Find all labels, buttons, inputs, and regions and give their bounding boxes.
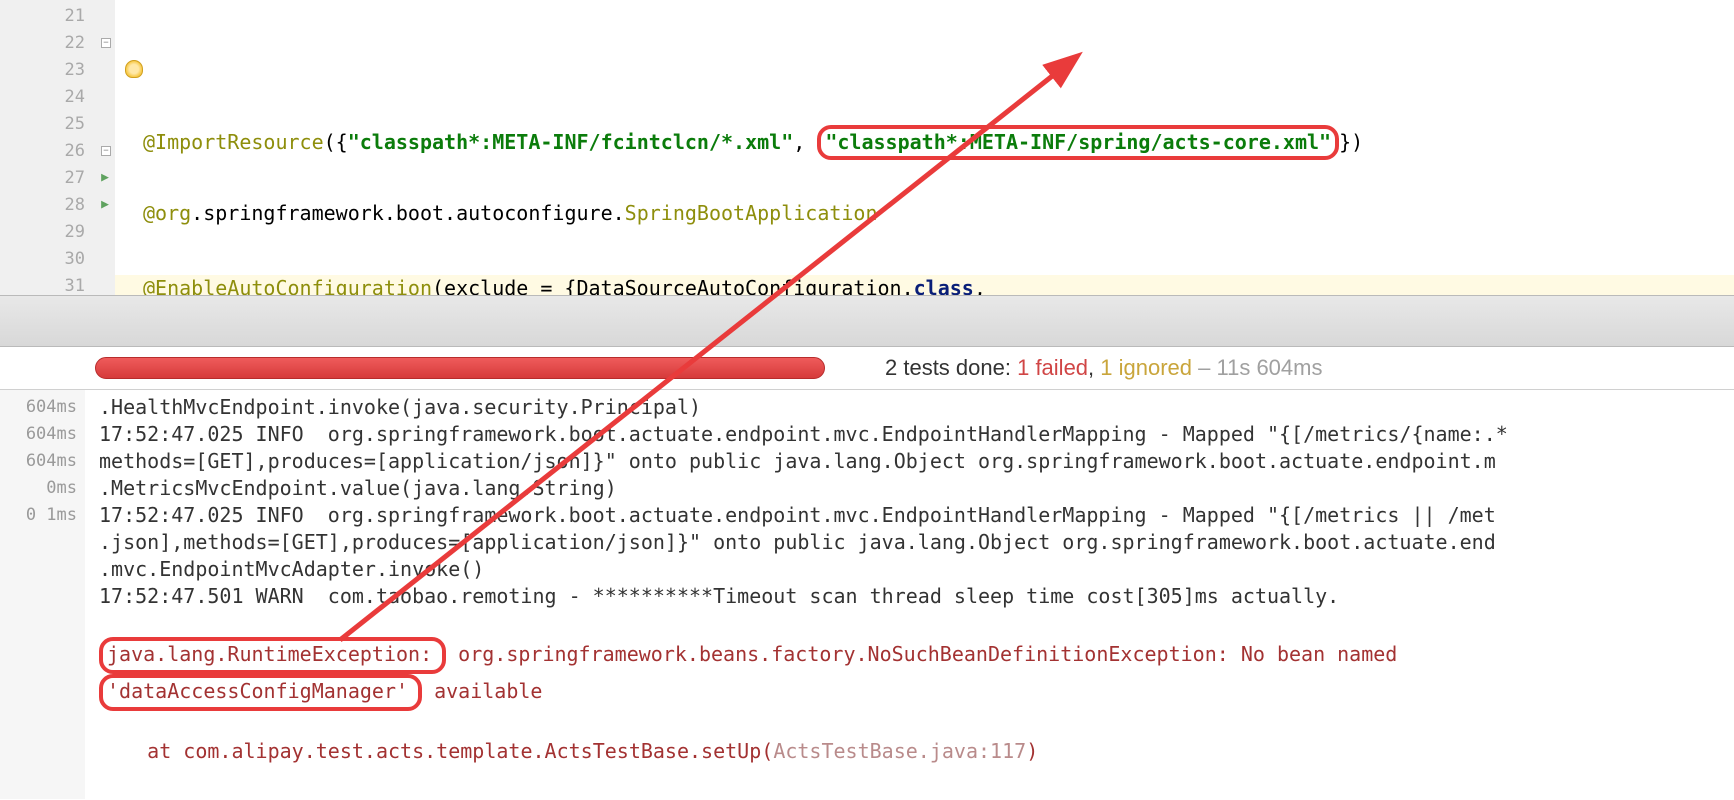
log-line: methods=[GET],produces=[application/json… [99,449,1496,473]
code-area[interactable]: @ImportResource({"classpath*:META-INF/fc… [115,0,1734,295]
test-tree-sidebar[interactable]: 604ms 604ms 604ms 0ms 0 1ms [0,390,85,799]
fold-icon[interactable]: − [101,38,111,48]
log-line: .HealthMvcEndpoint.invoke(java.security.… [99,395,701,419]
code-line-current[interactable]: @EnableAutoConfiguration(exclude = {Data… [115,275,1734,295]
gutter-line: 21 [0,2,115,29]
panel-divider[interactable] [0,295,1734,347]
log-line: 17:52:47.501 WARN com.taobao.remoting - … [99,584,1339,608]
run-gutter-icon[interactable]: ▶ [101,170,109,185]
test-duration[interactable]: 604ms [0,394,77,421]
run-gutter-icon[interactable]: ▶ [101,197,109,212]
log-line: .mvc.EndpointMvcAdapter.invoke() [99,557,484,581]
test-duration[interactable]: 604ms [0,421,77,448]
gutter-line: 27▶ [0,164,115,191]
gutter-line: 28▶ [0,191,115,218]
console-panel: 604ms 604ms 604ms 0ms 0 1ms .HealthMvcEn… [0,389,1734,799]
gutter-line: 30 [0,245,115,272]
test-status-text: 2 tests done: 1 failed, 1 ignored – 11s … [885,355,1322,381]
highlight-box-2b: 'dataAccessConfigManager' [99,674,422,711]
code-line[interactable] [115,50,1734,77]
gutter-line: 31 [0,272,115,295]
log-line: .MetricsMvcEndpoint.value(java.lang.Stri… [99,476,617,500]
log-line: .json],methods=[GET],produces=[applicati… [99,530,1496,554]
test-duration[interactable]: 0 1ms [0,502,77,529]
gutter-line: 29 [0,218,115,245]
highlight-box-1: "classpath*:META-INF/spring/acts-core.xm… [817,125,1339,160]
code-line[interactable]: @ImportResource({"classpath*:META-INF/fc… [115,125,1734,152]
test-duration[interactable]: 0ms [0,475,77,502]
log-line: 17:52:47.025 INFO org.springframework.bo… [99,503,1496,527]
fold-icon[interactable]: − [101,146,111,156]
error-line: java.lang.RuntimeException: org.springfr… [99,642,1409,703]
gutter-line: 25 [0,110,115,137]
editor-gutter: 21 22− 23 24 25 26− 27▶ 28▶ 29 30 31 [0,0,115,295]
console-output[interactable]: .HealthMvcEndpoint.invoke(java.security.… [85,390,1734,799]
code-line[interactable]: @org.springframework.boot.autoconfigure.… [115,200,1734,227]
log-line: 17:52:47.025 INFO org.springframework.bo… [99,422,1508,446]
gutter-line: 23 [0,56,115,83]
test-status-bar: 2 tests done: 1 failed, 1 ignored – 11s … [0,347,1734,389]
stacktrace-line[interactable]: at com.alipay.test.acts.template.ActsTes… [99,739,1038,763]
highlight-box-2: java.lang.RuntimeException: [99,637,446,674]
test-duration[interactable]: 604ms [0,448,77,475]
test-progress-bar [95,357,825,379]
gutter-line: 24 [0,83,115,110]
intention-bulb-icon[interactable] [125,60,143,78]
gutter-line: 26− [0,137,115,164]
code-editor[interactable]: 21 22− 23 24 25 26− 27▶ 28▶ 29 30 31 @Im… [0,0,1734,295]
gutter-line: 22− [0,29,115,56]
